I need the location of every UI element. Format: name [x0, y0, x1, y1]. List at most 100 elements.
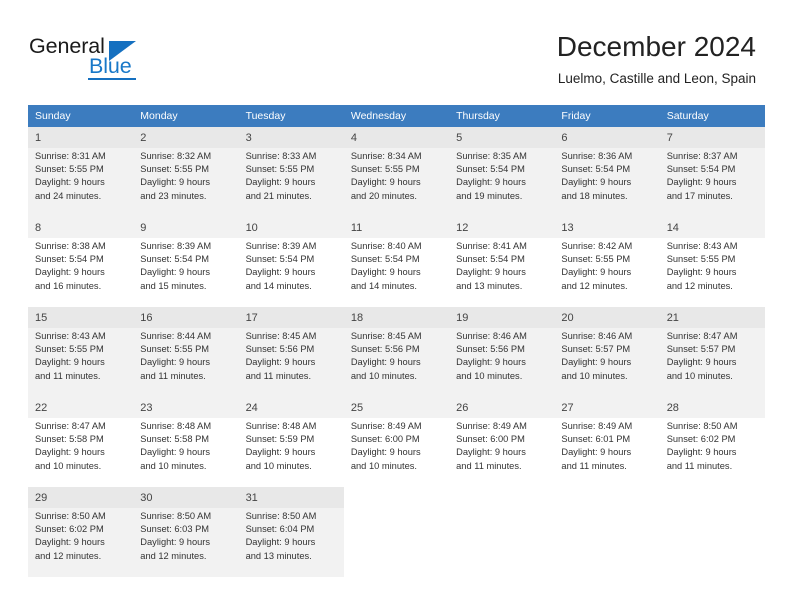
sunset-text: Sunset: 5:54 PM — [350, 254, 420, 265]
daylight-text-line2: and 15 minutes. — [140, 280, 207, 291]
sunrise-text: Sunrise: 8:44 AM — [140, 331, 212, 341]
daylight-text-line1: Daylight: 9 hours — [350, 357, 421, 368]
day-number: 6 — [554, 127, 660, 148]
daylight-text-line1: Daylight: 9 hours — [245, 447, 316, 458]
weekday-header-friday: Friday — [554, 105, 660, 127]
daylight-text-line2: and 23 minutes. — [140, 190, 207, 201]
sunrise-text: Sunrise: 8:45 AM — [350, 331, 422, 341]
day-details: Sunrise: 8:50 AM Sunset: 6:04 PM Daylight:… — [239, 508, 344, 563]
calendar-table: Sunday Monday Tuesday Wednesday Thursday… — [28, 105, 765, 577]
daylight-text-line2: and 12 minutes. — [35, 550, 102, 561]
daylight-text-line1: Daylight: 9 hours — [245, 537, 316, 548]
daylight-text-line1: Daylight: 9 hours — [140, 177, 211, 188]
daylight-text-line1: Daylight: 9 hours — [35, 267, 105, 278]
day-details: Sunrise: 8:47 AM Sunset: 5:57 PM Daylight:… — [660, 328, 765, 383]
sunrise-text: Sunrise: 8:48 AM — [140, 421, 212, 431]
day-details: Sunrise: 8:46 AM Sunset: 5:56 PM Daylight:… — [449, 328, 554, 383]
daylight-text-line1: Daylight: 9 hours — [666, 267, 737, 278]
day-number: 23 — [133, 397, 239, 418]
daylight-text-line2: and 20 minutes. — [350, 190, 417, 201]
daylight-text-line1: Daylight: 9 hours — [245, 177, 316, 188]
sunrise-text: Sunrise: 8:47 AM — [35, 421, 106, 431]
day-cell: 21 Sunrise: 8:47 AM Sunset: 5:57 PM Dayligh… — [659, 307, 765, 397]
day-number: 9 — [133, 217, 239, 238]
day-cell: 30 Sunrise: 8:50 AM Sunset: 6:03 PM Dayligh… — [133, 487, 239, 577]
day-details: Sunrise: 8:45 AM Sunset: 5:56 PM Daylight:… — [344, 328, 449, 383]
sunrise-text: Sunrise: 8:45 AM — [245, 331, 317, 341]
sunrise-text: Sunrise: 8:49 AM — [350, 421, 422, 431]
day-details: Sunrise: 8:42 AM Sunset: 5:55 PM Daylight:… — [554, 238, 659, 293]
sunset-text: Sunset: 5:55 PM — [140, 344, 210, 355]
weekday-header-saturday: Saturday — [659, 105, 765, 127]
day-cell: 3 Sunrise: 8:33 AM Sunset: 5:55 PM Daylight… — [238, 127, 344, 217]
day-cell: 14 Sunrise: 8:43 AM Sunset: 5:55 PM Dayligh… — [659, 217, 765, 307]
day-details: Sunrise: 8:43 AM Sunset: 5:55 PM Daylight:… — [660, 238, 765, 293]
day-cell: 16 Sunrise: 8:44 AM Sunset: 5:55 PM Dayligh… — [133, 307, 239, 397]
logo-text-blue: Blue — [89, 54, 132, 78]
calendar-week-row: 8 Sunrise: 8:38 AM Sunset: 5:54 PM Daylight… — [28, 217, 765, 307]
daylight-text-line2: and 11 minutes. — [666, 460, 733, 471]
day-details: Sunrise: 8:33 AM Sunset: 5:55 PM Daylight:… — [239, 148, 344, 203]
day-number: 12 — [449, 217, 555, 238]
day-details: Sunrise: 8:36 AM Sunset: 5:54 PM Daylight:… — [554, 148, 659, 203]
general-blue-logo[interactable]: General Blue — [29, 33, 169, 85]
sunrise-text: Sunrise: 8:39 AM — [140, 241, 212, 251]
day-details: Sunrise: 8:47 AM Sunset: 5:58 PM Daylight:… — [28, 418, 133, 473]
daylight-text-line1: Daylight: 9 hours — [140, 267, 211, 278]
sunset-text: Sunset: 5:59 PM — [245, 434, 315, 445]
calendar-body: 1 Sunrise: 8:31 AM Sunset: 5:55 PM Daylight… — [28, 127, 765, 577]
sunset-text: Sunset: 5:55 PM — [140, 164, 210, 175]
daylight-text-line2: and 11 minutes. — [35, 370, 101, 381]
sunrise-text: Sunrise: 8:46 AM — [561, 331, 633, 341]
sunset-text: Sunset: 5:55 PM — [35, 344, 104, 355]
sunset-text: Sunset: 5:54 PM — [245, 254, 315, 265]
sunrise-text: Sunrise: 8:36 AM — [561, 151, 633, 161]
sunrise-text: Sunrise: 8:33 AM — [245, 151, 317, 161]
day-number: 19 — [449, 307, 555, 328]
day-number — [659, 487, 765, 508]
calendar-week-row: 15 Sunrise: 8:43 AM Sunset: 5:55 PM Dayligh… — [28, 307, 765, 397]
sunrise-text: Sunrise: 8:48 AM — [245, 421, 317, 431]
sunset-text: Sunset: 5:54 PM — [666, 164, 736, 175]
day-cell: 12 Sunrise: 8:41 AM Sunset: 5:54 PM Dayligh… — [449, 217, 555, 307]
day-details: Sunrise: 8:41 AM Sunset: 5:54 PM Daylight:… — [449, 238, 554, 293]
calendar-page: General Blue December 2024 Luelmo, Casti… — [0, 0, 792, 612]
page-header: General Blue December 2024 Luelmo, Casti… — [0, 0, 792, 98]
day-number: 21 — [659, 307, 765, 328]
day-cell-empty — [449, 487, 555, 577]
day-cell: 4 Sunrise: 8:34 AM Sunset: 5:55 PM Daylight… — [343, 127, 450, 217]
sunset-text: Sunset: 5:56 PM — [245, 344, 315, 355]
day-details: Sunrise: 8:39 AM Sunset: 5:54 PM Daylight:… — [133, 238, 238, 293]
daylight-text-line1: Daylight: 9 hours — [561, 177, 632, 188]
day-number: 28 — [659, 397, 765, 418]
day-details — [660, 508, 765, 510]
day-cell: 18 Sunrise: 8:45 AM Sunset: 5:56 PM Dayligh… — [343, 307, 450, 397]
day-cell: 15 Sunrise: 8:43 AM Sunset: 5:55 PM Dayligh… — [28, 307, 134, 397]
day-details: Sunrise: 8:44 AM Sunset: 5:55 PM Daylight:… — [133, 328, 238, 383]
daylight-text-line2: and 10 minutes. — [561, 370, 628, 381]
daylight-text-line2: and 10 minutes. — [140, 460, 207, 471]
sunrise-text: Sunrise: 8:50 AM — [140, 511, 212, 521]
day-number: 30 — [133, 487, 239, 508]
sunrise-text: Sunrise: 8:46 AM — [456, 331, 527, 341]
day-cell: 6 Sunrise: 8:36 AM Sunset: 5:54 PM Daylight… — [554, 127, 660, 217]
sunrise-text: Sunrise: 8:39 AM — [245, 241, 317, 251]
daylight-text-line2: and 17 minutes. — [666, 190, 733, 201]
day-cell-empty — [554, 487, 660, 577]
sunrise-text: Sunrise: 8:42 AM — [561, 241, 633, 251]
day-cell: 20 Sunrise: 8:46 AM Sunset: 5:57 PM Dayligh… — [554, 307, 660, 397]
sunset-text: Sunset: 6:02 PM — [666, 434, 736, 445]
sunset-text: Sunset: 5:54 PM — [456, 254, 525, 265]
page-subtitle: Luelmo, Castille and Leon, Spain — [557, 71, 756, 86]
daylight-text-line1: Daylight: 9 hours — [456, 177, 526, 188]
day-number: 3 — [238, 127, 344, 148]
day-cell: 24 Sunrise: 8:48 AM Sunset: 5:59 PM Dayligh… — [238, 397, 344, 487]
daylight-text-line1: Daylight: 9 hours — [140, 537, 211, 548]
day-number: 27 — [554, 397, 660, 418]
sunrise-text: Sunrise: 8:47 AM — [666, 331, 738, 341]
daylight-text-line1: Daylight: 9 hours — [35, 357, 105, 368]
day-details: Sunrise: 8:50 AM Sunset: 6:03 PM Daylight:… — [133, 508, 238, 563]
daylight-text-line1: Daylight: 9 hours — [245, 267, 316, 278]
day-cell: 17 Sunrise: 8:45 AM Sunset: 5:56 PM Dayligh… — [238, 307, 344, 397]
day-number: 13 — [554, 217, 660, 238]
